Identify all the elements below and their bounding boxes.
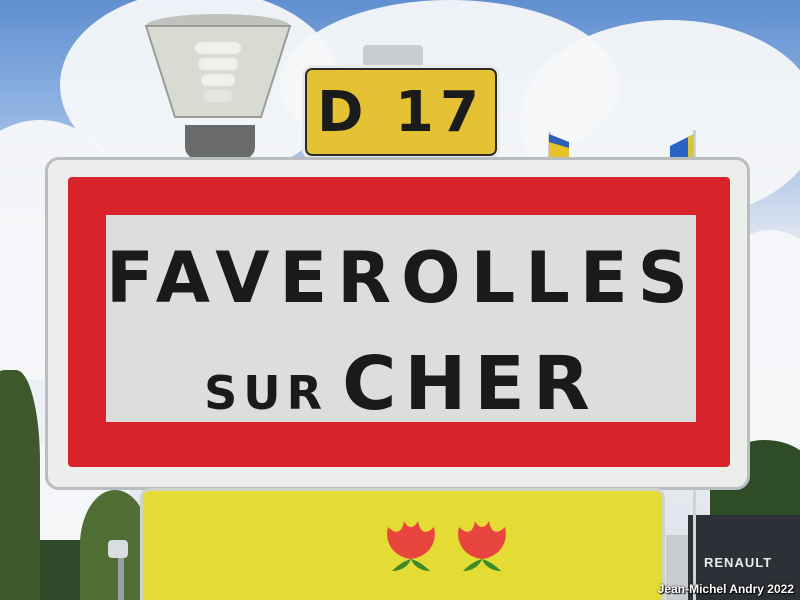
town-sign-panel: FAVEROLLES SUR CHER (106, 215, 699, 427)
photo-scene: RENAULT D 17 FAVEROLLES SUR CHER Jean-Mi… (0, 0, 800, 600)
town-name-connector: SUR (204, 366, 329, 420)
flower-icon (458, 521, 506, 571)
route-number-sign: D 17 (302, 65, 500, 159)
street-lamp (108, 540, 128, 558)
town-sign-red-border: FAVEROLLES SUR CHER (68, 177, 730, 467)
town-name-line2: SUR CHER (106, 341, 696, 427)
town-entry-sign: FAVEROLLES SUR CHER (45, 157, 750, 490)
photo-credit-watermark: Jean-Michel Andry 2022 (657, 582, 794, 596)
sign-post-cap (363, 45, 423, 67)
tree (0, 370, 40, 600)
floral-town-sign (140, 488, 665, 600)
town-name-river: CHER (342, 341, 598, 427)
route-number-text: D 17 (317, 79, 485, 145)
street-lamp-head (144, 14, 292, 118)
flower-icon (387, 521, 435, 571)
town-name-line1: FAVEROLLES (106, 237, 699, 319)
street-lamp-base (185, 125, 255, 159)
building-sign-text: RENAULT (704, 555, 773, 570)
